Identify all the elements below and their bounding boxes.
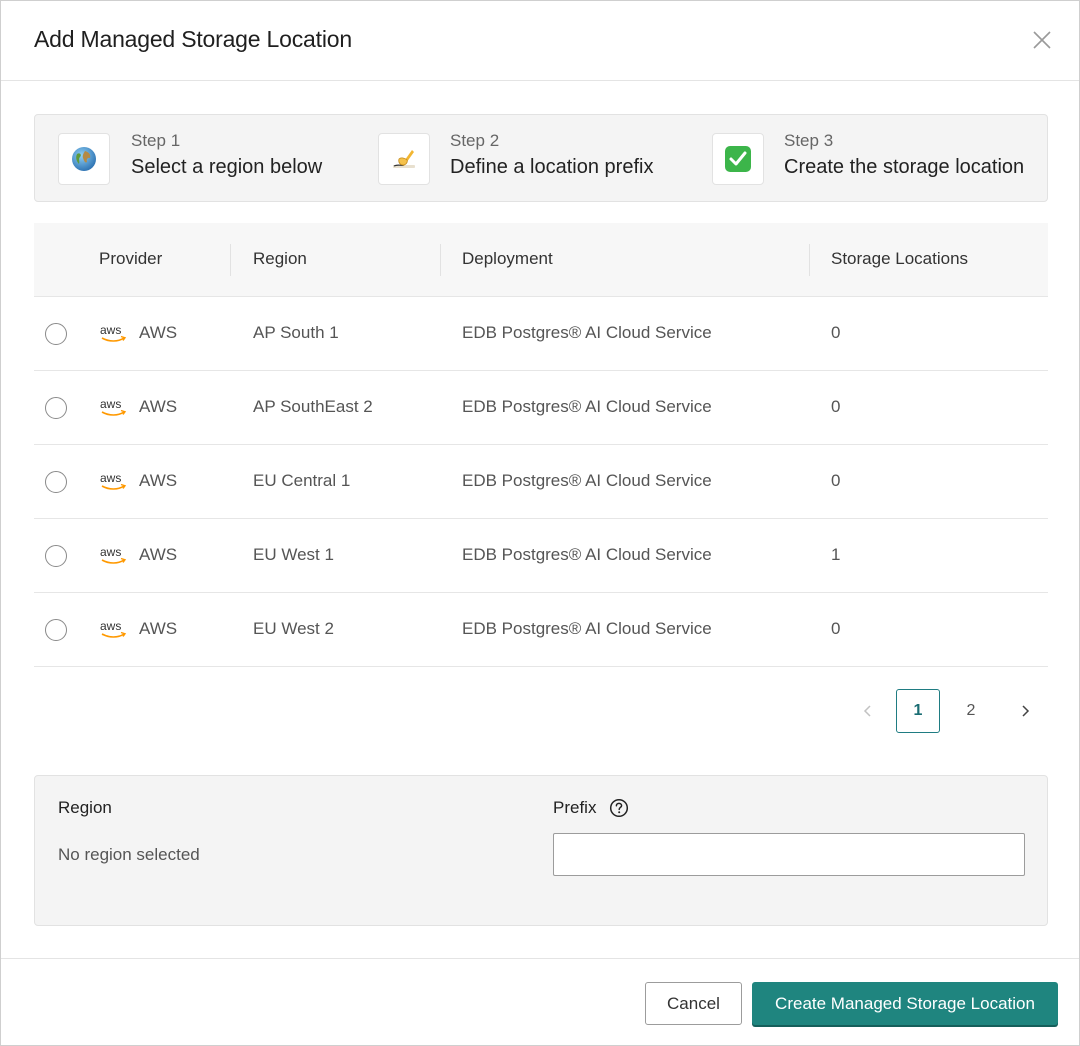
header-deployment[interactable]: Deployment: [462, 249, 553, 269]
prefix-label: Prefix: [553, 798, 597, 817]
svg-text:aws: aws: [100, 619, 121, 633]
step-2-icon-box: [378, 133, 430, 185]
region-value: No region selected: [58, 845, 200, 864]
aws-logo-icon: aws: [100, 323, 127, 342]
aws-logo-icon: aws: [100, 619, 127, 638]
cell-storage-locations: 0: [831, 471, 841, 490]
cell-deployment: EDB Postgres® AI Cloud Service: [462, 397, 712, 416]
page-button-2[interactable]: 2: [949, 689, 993, 733]
table-row[interactable]: aws AWS EU West 1 EDB Postgres® AI Cloud…: [34, 519, 1048, 593]
cell-provider: AWS: [139, 619, 178, 638]
step-1-number: Step 1: [131, 131, 181, 150]
table-row[interactable]: aws AWS AP South 1 EDB Postgres® AI Clou…: [34, 297, 1048, 371]
steps-panel: Step 1 Select a region below Step 2 Defi…: [34, 114, 1048, 202]
svg-text:aws: aws: [100, 545, 121, 559]
table-row[interactable]: aws AWS EU West 2 EDB Postgres® AI Cloud…: [34, 593, 1048, 667]
cell-provider: AWS: [139, 323, 178, 342]
cell-deployment: EDB Postgres® AI Cloud Service: [462, 323, 712, 342]
prev-page-button[interactable]: [846, 689, 890, 733]
step-3-icon-box: [712, 133, 764, 185]
header-separator: [809, 244, 810, 276]
svg-text:aws: aws: [100, 471, 121, 485]
cell-storage-locations: 0: [831, 619, 841, 638]
help-icon[interactable]: [609, 798, 629, 818]
aws-logo-icon: aws: [100, 545, 127, 564]
close-icon: [1033, 31, 1051, 49]
page-button-1[interactable]: 1: [896, 689, 940, 733]
table-row[interactable]: aws AWS EU Central 1 EDB Postgres® AI Cl…: [34, 445, 1048, 519]
check-mark-icon: [725, 146, 751, 172]
svg-text:aws: aws: [100, 397, 121, 411]
cell-deployment: EDB Postgres® AI Cloud Service: [462, 619, 712, 638]
row-radio[interactable]: [45, 619, 67, 641]
step-3-number: Step 3: [784, 131, 834, 150]
region-label: Region: [58, 798, 112, 817]
cell-region: AP South 1: [253, 323, 339, 342]
header-provider[interactable]: Provider: [99, 249, 162, 269]
chevron-right-icon: [1022, 705, 1030, 717]
header-storage-locations[interactable]: Storage Locations: [831, 249, 968, 269]
header-region[interactable]: Region: [253, 249, 307, 269]
globe-icon: [72, 147, 96, 171]
selection-form-panel: Region No region selected Prefix: [34, 775, 1048, 926]
step-2-text: Define a location prefix: [450, 156, 654, 178]
step-1-icon-box: [58, 133, 110, 185]
chevron-left-icon: [863, 705, 871, 717]
svg-text:aws: aws: [100, 323, 121, 337]
cell-deployment: EDB Postgres® AI Cloud Service: [462, 545, 712, 564]
aws-logo-icon: aws: [100, 471, 127, 490]
writing-hand-icon: [393, 150, 415, 168]
table-row[interactable]: aws AWS AP SouthEast 2 EDB Postgres® AI …: [34, 371, 1048, 445]
cell-region: AP SouthEast 2: [253, 397, 373, 416]
prefix-input[interactable]: [553, 833, 1025, 876]
row-radio[interactable]: [45, 471, 67, 493]
aws-logo-icon: aws: [100, 397, 127, 416]
modal-title: Add Managed Storage Location: [34, 26, 352, 52]
cell-storage-locations: 0: [831, 323, 841, 342]
close-button[interactable]: [1027, 25, 1057, 55]
header-separator: [440, 244, 441, 276]
step-2-number: Step 2: [450, 131, 500, 150]
cell-storage-locations: 0: [831, 397, 841, 416]
cell-provider: AWS: [139, 545, 178, 564]
modal-footer: Cancel Create Managed Storage Location: [1, 958, 1079, 1046]
cell-region: EU West 1: [253, 545, 334, 564]
row-radio[interactable]: [45, 545, 67, 567]
cell-provider: AWS: [139, 397, 178, 416]
row-radio[interactable]: [45, 323, 67, 345]
table-header: Provider Region Deployment Storage Locat…: [34, 223, 1048, 297]
cell-deployment: EDB Postgres® AI Cloud Service: [462, 471, 712, 490]
step-1-text: Select a region below: [131, 156, 323, 178]
cell-region: EU Central 1: [253, 471, 351, 490]
row-radio[interactable]: [45, 397, 67, 419]
step-3-text: Create the storage location: [784, 156, 1025, 178]
cell-provider: AWS: [139, 471, 178, 490]
header-separator: [230, 244, 231, 276]
cell-region: EU West 2: [253, 619, 334, 638]
next-page-button[interactable]: [1003, 689, 1047, 733]
pagination: 1 2: [846, 689, 1046, 733]
cancel-button[interactable]: Cancel: [645, 982, 742, 1025]
cell-storage-locations: 1: [831, 545, 841, 564]
create-storage-location-button[interactable]: Create Managed Storage Location: [752, 982, 1058, 1025]
add-storage-location-modal: Add Managed Storage Location Step 1 Sele…: [0, 0, 1080, 1046]
modal-header: Add Managed Storage Location: [1, 1, 1079, 81]
